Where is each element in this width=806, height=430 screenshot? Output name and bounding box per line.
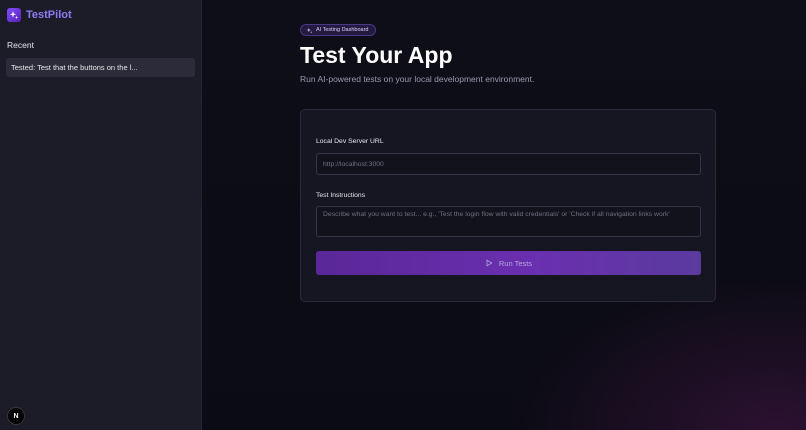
play-icon xyxy=(486,259,493,267)
brand[interactable]: TestPilot xyxy=(7,8,72,22)
dashboard-pill: AI Testing Dashboard xyxy=(300,24,376,36)
url-label: Local Dev Server URL xyxy=(316,138,384,145)
run-tests-label: Run Tests xyxy=(498,258,533,268)
next-logo-icon[interactable]: N xyxy=(8,408,24,424)
page-subtitle: Run AI-powered tests on your local devel… xyxy=(300,74,535,84)
sparkles-icon xyxy=(7,8,21,22)
badge-letter: N xyxy=(13,412,19,420)
instructions-input[interactable] xyxy=(316,206,701,237)
run-tests-button[interactable]: Run Tests xyxy=(316,251,701,275)
instructions-label: Test Instructions xyxy=(316,192,366,199)
page-title: Test Your App xyxy=(300,42,453,68)
pill-label: AI Testing Dashboard xyxy=(316,27,369,33)
test-form-card: Local Dev Server URL Test Instructions R… xyxy=(300,109,716,302)
brand-name: TestPilot xyxy=(26,9,72,21)
url-input[interactable] xyxy=(316,153,701,175)
sidebar: TestPilot Recent Tested: Test that the b… xyxy=(0,0,202,430)
sparkles-icon xyxy=(306,27,313,33)
main-content: AI Testing Dashboard Test Your App Run A… xyxy=(202,0,806,430)
recent-heading: Recent xyxy=(7,40,34,50)
recent-item[interactable]: Tested: Test that the buttons on the l..… xyxy=(6,58,195,77)
